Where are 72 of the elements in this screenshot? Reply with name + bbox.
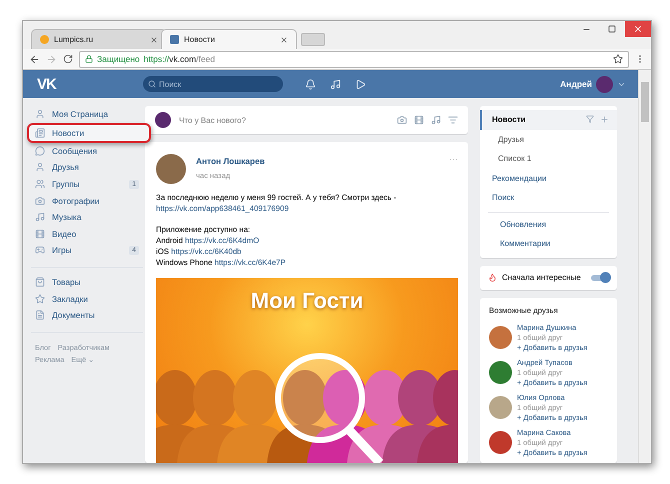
friend-avatar[interactable] [489, 326, 512, 349]
sidebar-item[interactable]: Сообщения [31, 142, 143, 160]
sidebar-icon [35, 128, 45, 138]
feed-menu-item[interactable]: Друзья [480, 130, 617, 149]
author-name[interactable]: Антон Лошкарев [196, 156, 439, 166]
address-bar[interactable]: Защищено https://vk.com/feed [79, 50, 629, 68]
vk-favicon-icon [170, 35, 179, 44]
sidebar-icon [35, 162, 45, 172]
toggle-label: Сначала интересные [502, 273, 581, 282]
feed-menu-item[interactable]: Список 1 [480, 149, 617, 168]
sidebar-item[interactable]: Моя Страница [31, 106, 143, 123]
sidebar-icon [35, 310, 45, 320]
bell-icon [305, 78, 316, 90]
play-icon [355, 78, 366, 90]
toggle-switch[interactable] [591, 274, 609, 280]
friend-avatar[interactable] [489, 361, 512, 384]
browser-tab[interactable]: Новости [161, 29, 297, 49]
bookmark-star-icon [613, 54, 623, 64]
site-favicon-icon [40, 35, 49, 44]
sidebar-item[interactable]: Фотографии [31, 192, 143, 209]
close-button[interactable] [625, 21, 651, 37]
filter-icon [586, 115, 594, 124]
close-icon [150, 36, 158, 44]
post-composer[interactable]: Что у Вас нового? [145, 106, 468, 134]
close-icon [633, 24, 643, 34]
forward-icon [46, 54, 57, 64]
user-avatar[interactable] [596, 76, 613, 92]
feed-menu-item[interactable]: Обновления [488, 214, 609, 234]
back-icon [29, 54, 40, 64]
sidebar-item[interactable]: Товары [31, 274, 143, 290]
search-icon [148, 80, 156, 88]
video-icon [414, 115, 424, 125]
feed-menu-item[interactable]: Комментарии [488, 234, 609, 254]
search-field[interactable]: Поиск [143, 76, 283, 92]
sidebar-icon [35, 277, 45, 288]
scrollbar-thumb[interactable] [641, 82, 649, 122]
sidebar-item[interactable]: Закладки [31, 290, 143, 307]
sidebar-icon [35, 228, 45, 239]
url-text: https://vk.com/feed [144, 54, 215, 64]
user-name[interactable]: Андрей [560, 79, 592, 89]
feed-menu-item[interactable]: Поиск [480, 188, 617, 208]
sidebar-icon [35, 179, 45, 190]
music-icon [330, 78, 341, 90]
sidebar-icon [35, 294, 45, 304]
sort-icon [448, 115, 458, 125]
friend-avatar[interactable] [489, 431, 512, 454]
flame-icon [488, 273, 497, 282]
plus-icon [600, 115, 609, 124]
maximize-icon [608, 25, 616, 33]
sidebar-item[interactable]: Музыка [31, 208, 143, 226]
friend-avatar[interactable] [489, 396, 512, 419]
sidebar-icon [35, 212, 45, 222]
image-title: Мои Гости [250, 288, 364, 314]
feed-menu-item[interactable]: Новости [480, 110, 617, 130]
sidebar-item[interactable]: Новости [27, 122, 151, 143]
user-avatar [155, 112, 171, 128]
close-icon [280, 36, 288, 44]
feed-menu-item[interactable]: Рекомендации [480, 168, 617, 188]
sidebar-icon [35, 146, 45, 156]
lock-icon [85, 55, 93, 63]
author-avatar[interactable] [156, 154, 186, 184]
sidebar-icon [35, 109, 45, 120]
sidebar-item[interactable]: Документы [31, 306, 143, 324]
camera-icon [397, 115, 407, 125]
sidebar-icon [35, 196, 45, 206]
vk-logo[interactable]: VK [37, 76, 143, 92]
sidebar-item[interactable]: Видео [31, 226, 143, 242]
sidebar-item[interactable]: Друзья [31, 159, 143, 176]
sidebar-icon [35, 245, 45, 256]
reload-icon [63, 54, 73, 64]
music-icon [431, 115, 441, 125]
security-label: Защищено [97, 54, 140, 64]
